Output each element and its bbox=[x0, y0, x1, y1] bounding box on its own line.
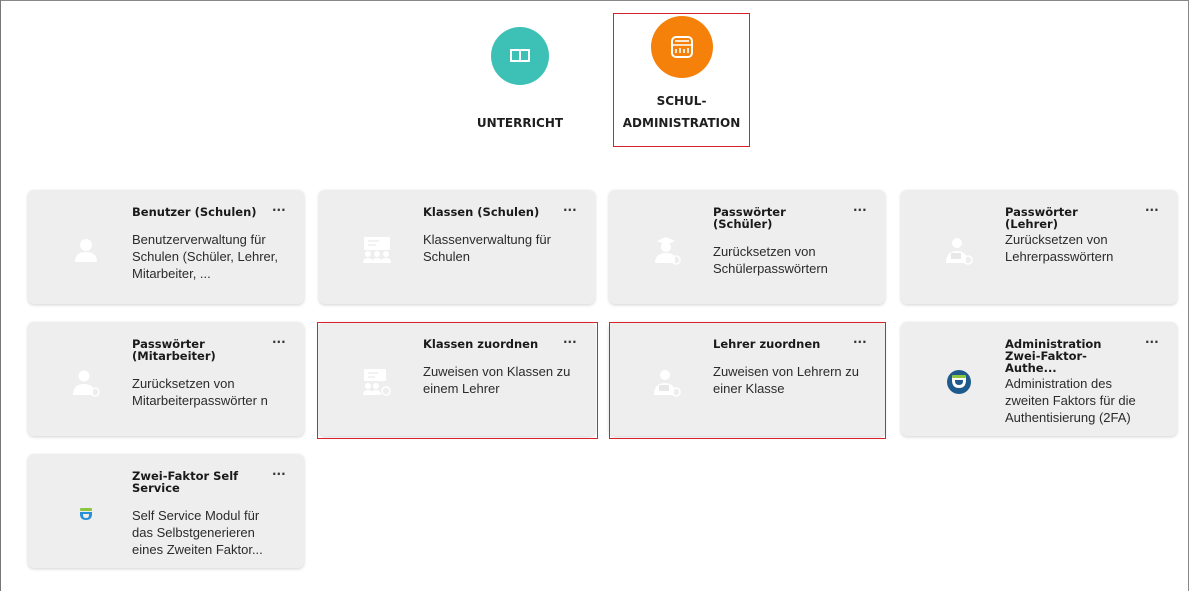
staff-password-icon bbox=[66, 362, 106, 402]
tile-menu-button[interactable]: ··· bbox=[272, 203, 286, 217]
tile-description: Self Service Modul für das Selbstgenerie… bbox=[132, 508, 263, 557]
tile-klassen-zuordnen[interactable]: Klassen zuordnen Zuweisen von Klassen zu… bbox=[319, 322, 595, 436]
tile-passwoerter-mitarbeiter[interactable]: Passwörter (Mitarbeiter) Zurücksetzen vo… bbox=[28, 322, 304, 436]
category-label-line1: SCHUL- bbox=[656, 94, 707, 108]
category-label-line2: ADMINISTRATION bbox=[622, 116, 741, 130]
tile-menu-button[interactable]: ··· bbox=[563, 335, 577, 349]
category-unterricht[interactable]: UNTERRICHT bbox=[470, 25, 570, 134]
tile-lehrer-zuordnen[interactable]: Lehrer zuordnen Zuweisen von Lehrern zu … bbox=[609, 322, 885, 436]
tile-menu-button[interactable]: ··· bbox=[1145, 203, 1159, 217]
tile-description: Zuweisen von Lehrern zu einer Klasse bbox=[713, 364, 859, 396]
tile-description: Zurücksetzen von Mitarbeiterpasswörter n bbox=[132, 376, 268, 408]
tile-description: Klassenverwaltung für Schulen bbox=[423, 232, 551, 264]
category-label: UNTERRICHT bbox=[476, 116, 564, 130]
tile-menu-button[interactable]: ··· bbox=[272, 335, 286, 349]
tile-passwoerter-lehrer[interactable]: Passwörter (Lehrer) Zurücksetzen von Leh… bbox=[901, 190, 1177, 304]
tile-title: Klassen (Schulen) bbox=[423, 205, 540, 219]
admin-icon bbox=[650, 16, 713, 78]
tile-title: Klassen zuordnen bbox=[423, 337, 539, 351]
user-icon bbox=[66, 230, 106, 270]
tile-menu-button[interactable]: ··· bbox=[563, 203, 577, 217]
2fa-admin-icon bbox=[939, 362, 979, 402]
tile-title: Benutzer (Schulen) bbox=[132, 205, 257, 219]
tile-menu-button[interactable]: ··· bbox=[1145, 335, 1159, 349]
student-password-icon bbox=[647, 230, 687, 270]
tile-passwoerter-schueler[interactable]: Passwörter (Schüler) Zurücksetzen von Sc… bbox=[609, 190, 885, 304]
class-icon bbox=[357, 230, 397, 270]
tile-menu-button[interactable]: ··· bbox=[853, 335, 867, 349]
assign-class-icon bbox=[357, 362, 397, 402]
tile-title: Passwörter (Mitarbeiter) bbox=[132, 337, 216, 363]
tile-benutzer-schulen[interactable]: Benutzer (Schulen) Benutzerverwaltung fü… bbox=[28, 190, 304, 304]
assign-teacher-icon bbox=[647, 362, 687, 402]
tile-description: Administration des zweiten Faktors für d… bbox=[1005, 376, 1136, 425]
tile-title: Administration Zwei-Faktor-Authe... bbox=[1005, 337, 1102, 375]
tile-menu-button[interactable]: ··· bbox=[853, 203, 867, 217]
tile-description: Zuweisen von Klassen zu einem Lehrer bbox=[423, 364, 571, 396]
tile-title: Zwei-Faktor Self Service bbox=[132, 469, 239, 495]
tile-description: Zurücksetzen von Schülerpasswörtern bbox=[713, 244, 828, 276]
category-schul-administration[interactable]: SCHUL- ADMINISTRATION bbox=[613, 13, 750, 147]
tile-title: Lehrer zuordnen bbox=[713, 337, 821, 351]
tile-description: Benutzerverwaltung für Schulen (Schüler,… bbox=[132, 232, 278, 281]
tile-administration-2fa[interactable]: Administration Zwei-Faktor-Authe... Admi… bbox=[901, 322, 1177, 436]
category-label: SCHUL- ADMINISTRATION bbox=[614, 90, 749, 134]
tile-menu-button[interactable]: ··· bbox=[272, 467, 286, 481]
tile-title: Passwörter (Lehrer) bbox=[1005, 205, 1078, 231]
tile-description: Zurücksetzen von Lehrerpasswörtern bbox=[1005, 232, 1114, 264]
2fa-self-service-icon bbox=[66, 494, 106, 534]
teacher-password-icon bbox=[939, 230, 979, 270]
tile-title: Passwörter (Schüler) bbox=[713, 205, 786, 231]
book-icon bbox=[491, 27, 549, 85]
tile-klassen-schulen[interactable]: Klassen (Schulen) Klassenverwaltung für … bbox=[319, 190, 595, 304]
tile-2fa-self-service[interactable]: Zwei-Faktor Self Service Self Service Mo… bbox=[28, 454, 304, 568]
